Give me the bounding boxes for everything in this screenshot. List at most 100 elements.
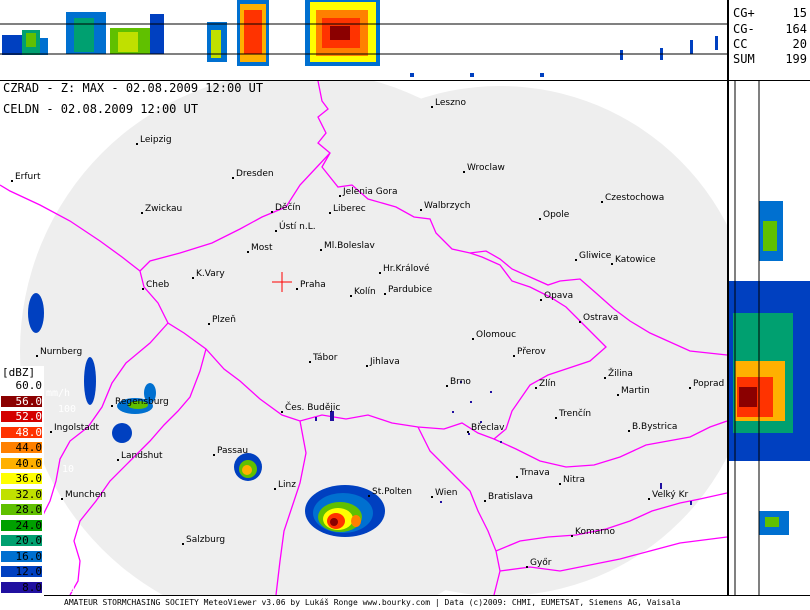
city-marker [281, 411, 283, 413]
dbz-legend: [dBZ] 60.0 56.0 52.0 48.0 44.0 40.0 36.0 32.0 28… [0, 366, 76, 610]
legend-swatch: 16.0 [1, 550, 42, 562]
stat-label: CG+ [733, 6, 755, 20]
stat-label: CC [733, 37, 748, 51]
city-marker [575, 259, 577, 261]
stat-value: 164 [785, 22, 807, 36]
legend-swatch: 48.0 [1, 426, 42, 438]
city-label: Čes. Budějic [285, 403, 341, 413]
city-label: Leszno [435, 98, 467, 108]
city-marker [628, 430, 630, 432]
lightning-stats: CG+ 15 CG- 164 CC 20 SUM 199 [729, 0, 810, 80]
city-label: Poprad [693, 379, 725, 389]
echo-column-3 [207, 0, 269, 66]
city-label: Komarno [575, 527, 615, 537]
city-label: Ústí n.L. [279, 222, 316, 232]
city-marker [611, 263, 613, 265]
echo-column-2 [66, 12, 164, 54]
side-profile-panel [729, 81, 810, 595]
stat-value: 199 [785, 52, 807, 66]
city-marker [571, 535, 573, 537]
city-label: Czestochowa [605, 193, 665, 203]
legend-rain-0-1: 0.1 [58, 584, 77, 595]
city-label: Pardubice [388, 285, 433, 295]
city-marker [467, 431, 469, 433]
city-label: Wien [435, 488, 458, 498]
echo-column-1 [2, 30, 48, 55]
city-label: Regensburg [115, 397, 169, 407]
city-marker [208, 323, 210, 325]
city-marker [142, 288, 144, 290]
city-marker [420, 209, 422, 211]
city-marker [431, 106, 433, 108]
city-label: Jihlava [370, 357, 400, 367]
stat-label: CG- [733, 22, 755, 36]
city-label: St.Polten [372, 487, 412, 497]
legend-swatch: 60.0 [1, 380, 42, 391]
city-label: Opole [543, 210, 570, 220]
city-marker [539, 218, 541, 220]
city-marker [192, 277, 194, 279]
legend-swatch: 40.0 [1, 457, 42, 469]
city-marker [617, 394, 619, 396]
city-label: Zwickau [145, 204, 183, 214]
city-label: Děčín [275, 203, 301, 213]
time-height-svg [0, 0, 727, 77]
city-label: Hr.Králové [383, 264, 430, 274]
lightning-product-title: CELDN - 02.08.2009 12:00 UT [3, 102, 199, 116]
city-marker [182, 543, 184, 545]
stat-value: 15 [792, 6, 807, 20]
city-marker [213, 454, 215, 456]
legend-swatch: 12.0 [1, 566, 42, 577]
city-label: Velký Kr [652, 490, 689, 500]
city-label: K.Vary [196, 269, 225, 279]
footer-bar: AMATEUR STORMCHASING SOCIETY MeteoViewer… [0, 596, 810, 610]
city-marker [136, 143, 138, 145]
city-label: Liberec [333, 204, 366, 214]
city-marker [579, 321, 581, 323]
legend-rain-10: 10 [62, 464, 75, 475]
legend-swatch: 24.0 [1, 519, 42, 531]
city-marker [309, 361, 311, 363]
legend-rain-unit: mm/h [46, 388, 71, 399]
city-marker [117, 459, 119, 461]
radar-viewer: CG+ 15 CG- 164 CC 20 SUM 199 CZRAD - Z: … [0, 0, 810, 610]
city-marker [61, 498, 63, 500]
city-marker [339, 195, 341, 197]
city-label: Nitra [563, 475, 585, 485]
city-label: Tábor [313, 353, 338, 363]
city-label: Martin [621, 386, 650, 396]
side-profile-svg [729, 81, 810, 595]
city-label: Trenčín [559, 409, 592, 419]
storm-cell-west [234, 453, 262, 481]
city-label: Olomouc [476, 330, 517, 340]
city-label: Linz [278, 480, 296, 490]
legend-swatch: 44.0 [1, 442, 42, 453]
footer-credits: AMATEUR STORMCHASING SOCIETY MeteoViewer… [64, 598, 681, 607]
city-marker [329, 212, 331, 214]
city-marker [296, 288, 298, 290]
city-label: Katowice [615, 255, 656, 265]
city-marker [384, 293, 386, 295]
city-marker [379, 272, 381, 274]
city-marker [463, 171, 465, 173]
city-marker [526, 566, 528, 568]
city-marker [540, 299, 542, 301]
stat-label: SUM [733, 52, 755, 66]
city-marker [601, 201, 603, 203]
city-marker [111, 405, 113, 407]
stat-value: 20 [792, 37, 807, 51]
city-marker [274, 488, 276, 490]
city-marker [484, 500, 486, 502]
stat-row-cg-minus: CG- 164 [733, 22, 807, 36]
city-label: Zlín [539, 379, 556, 389]
city-marker [232, 177, 234, 179]
radar-product-title: CZRAD - Z: MAX - 02.08.2009 12:00 UT [3, 81, 264, 95]
city-label: B.Bystrica [632, 422, 678, 432]
city-marker [368, 495, 370, 497]
legend-swatch: 36.0 [1, 473, 42, 484]
city-label: Jelenia Gora [343, 187, 398, 197]
city-marker [11, 180, 13, 182]
city-marker [535, 387, 537, 389]
radar-map[interactable]: CZRAD - Z: MAX - 02.08.2009 12:00 UT CEL… [0, 81, 727, 595]
city-label: Munchen [65, 490, 107, 500]
